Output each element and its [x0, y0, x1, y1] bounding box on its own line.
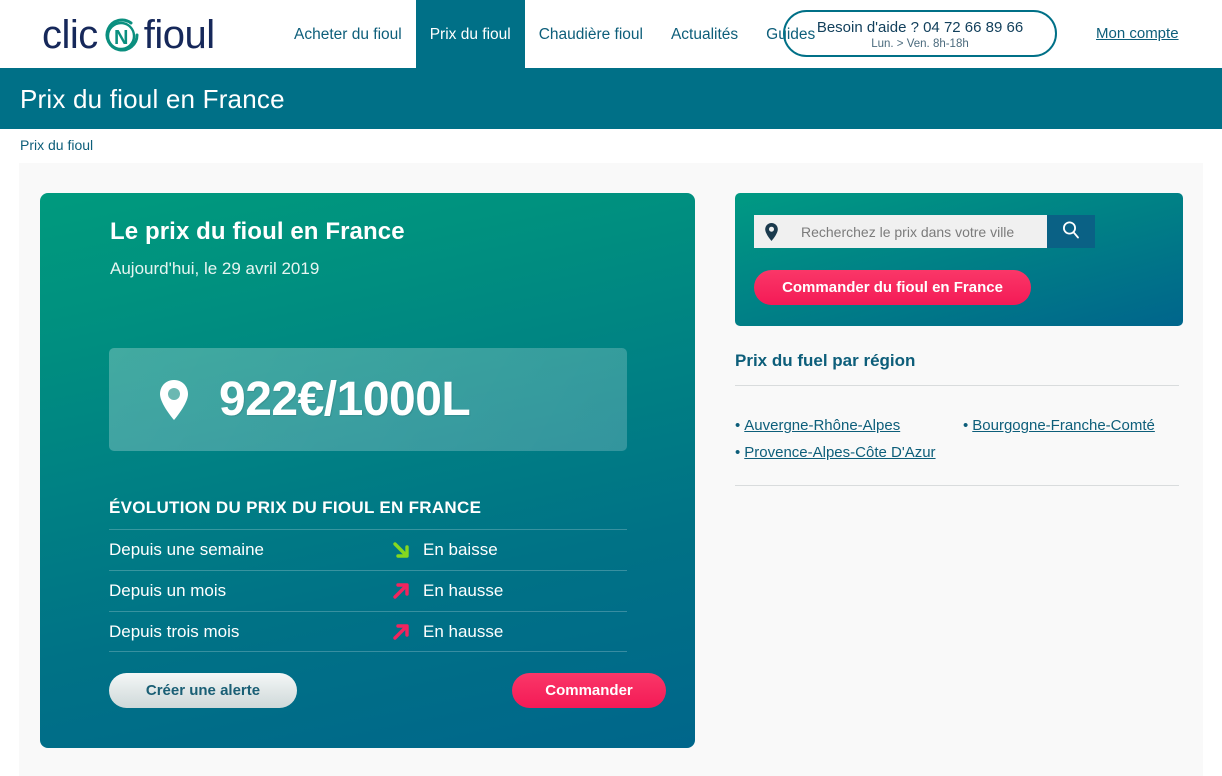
arrow-up-right-icon [379, 621, 423, 643]
content-area: Le prix du fioul en France Aujourd'hui, … [19, 163, 1203, 776]
help-phone-pill[interactable]: Besoin d'aide ? 04 72 66 89 66 Lun. > Ve… [783, 10, 1057, 57]
order-fuel-france-button[interactable]: Commander du fioul en France [754, 270, 1031, 305]
nav-item-prix-du-fioul[interactable]: Prix du fioul [415, 0, 525, 70]
price-card-date: Aujourd'hui, le 29 avril 2019 [110, 259, 320, 278]
location-pin-icon [157, 378, 191, 422]
magnifier-icon [1061, 220, 1081, 243]
search-button[interactable] [1047, 215, 1095, 248]
bullet-icon: • [735, 444, 741, 461]
breadcrumb-item-prix-du-fioul[interactable]: Prix du fioul [20, 137, 93, 153]
region-column-right: • Bourgogne-Franche-Comté [963, 412, 1155, 439]
price-card-title: Le prix du fioul en France [110, 218, 405, 245]
table-row: Depuis une semaine En baisse [109, 529, 627, 570]
evolution-state-label: En hausse [423, 581, 504, 600]
evolution-period-label: Depuis trois mois [109, 621, 240, 641]
evolution-period-label: Depuis un mois [109, 581, 227, 600]
help-phone-text: Besoin d'aide ? 04 72 66 89 66 [816, 19, 1024, 36]
bullet-icon: • [963, 417, 969, 434]
location-pin-icon [764, 222, 779, 242]
region-link-bourgogne-franche-comte[interactable]: Bourgogne-Franche-Comté [972, 417, 1155, 434]
region-link-provence-alpes-cote-dazur[interactable]: Provence-Alpes-Côte D'Azur [744, 444, 935, 461]
evolution-table: Depuis une semaine En baisse Depuis un m… [109, 529, 627, 652]
search-row [754, 215, 1095, 248]
clicnfioul-logo-icon: N [99, 14, 143, 58]
search-input-wrapper[interactable] [754, 215, 1047, 248]
divider [735, 485, 1179, 486]
nav-item-chaudiere-fioul[interactable]: Chaudière fioul [525, 0, 657, 70]
nav-item-acheter-du-fioul[interactable]: Acheter du fioul [280, 0, 416, 70]
evolution-period-label: Depuis une semaine [109, 540, 264, 559]
search-panel: Commander du fioul en France [735, 193, 1183, 326]
site-header: clic N fioul Acheter du fioul Prix du fi… [0, 0, 1222, 70]
fuel-price-value: 922€/1000L [219, 373, 471, 426]
page-title: Prix du fioul en France [20, 84, 285, 114]
table-row: Depuis trois mois En hausse [109, 611, 627, 652]
bullet-icon: • [735, 417, 741, 434]
arrow-down-right-icon [379, 539, 423, 561]
help-hours-text: Lun. > Ven. 8h-18h [871, 38, 969, 50]
account-link[interactable]: Mon compte [1096, 25, 1179, 42]
evolution-section-title: ÉVOLUTION DU PRIX DU FIOUL EN FRANCE [109, 498, 482, 517]
arrow-up-right-icon [379, 580, 423, 602]
region-link-auvergne-rhone-alpes[interactable]: Auvergne-Rhône-Alpes [744, 417, 900, 434]
list-item: • Auvergne-Rhône-Alpes [735, 412, 936, 439]
logo-text-fioul: fioul [143, 13, 215, 57]
nav-item-actualites[interactable]: Actualités [657, 0, 752, 70]
evolution-state-label: En hausse [423, 621, 504, 641]
page-title-banner: Prix du fioul en France [0, 72, 1222, 129]
logo-text-clic: clic [42, 13, 98, 57]
main-nav: Acheter du fioul Prix du fioul Chaudière… [280, 0, 829, 70]
create-alert-button[interactable]: Créer une alerte [109, 673, 297, 708]
list-item: • Provence-Alpes-Côte D'Azur [735, 439, 936, 466]
order-button[interactable]: Commander [512, 673, 666, 708]
breadcrumb: Prix du fioul [0, 129, 1222, 163]
price-card: Le prix du fioul en France Aujourd'hui, … [40, 193, 695, 748]
svg-text:N: N [114, 27, 128, 49]
list-item: • Bourgogne-Franche-Comté [963, 412, 1155, 439]
table-row: Depuis un mois En hausse [109, 570, 627, 611]
price-display-box: 922€/1000L [109, 348, 627, 451]
region-section-title: Prix du fuel par région [735, 351, 916, 370]
search-input[interactable] [783, 223, 1047, 240]
divider [735, 385, 1179, 386]
region-column-left: • Auvergne-Rhône-Alpes • Provence-Alpes-Cô… [735, 412, 936, 466]
site-logo[interactable]: clic N fioul [42, 13, 215, 58]
evolution-state-label: En baisse [423, 540, 498, 559]
